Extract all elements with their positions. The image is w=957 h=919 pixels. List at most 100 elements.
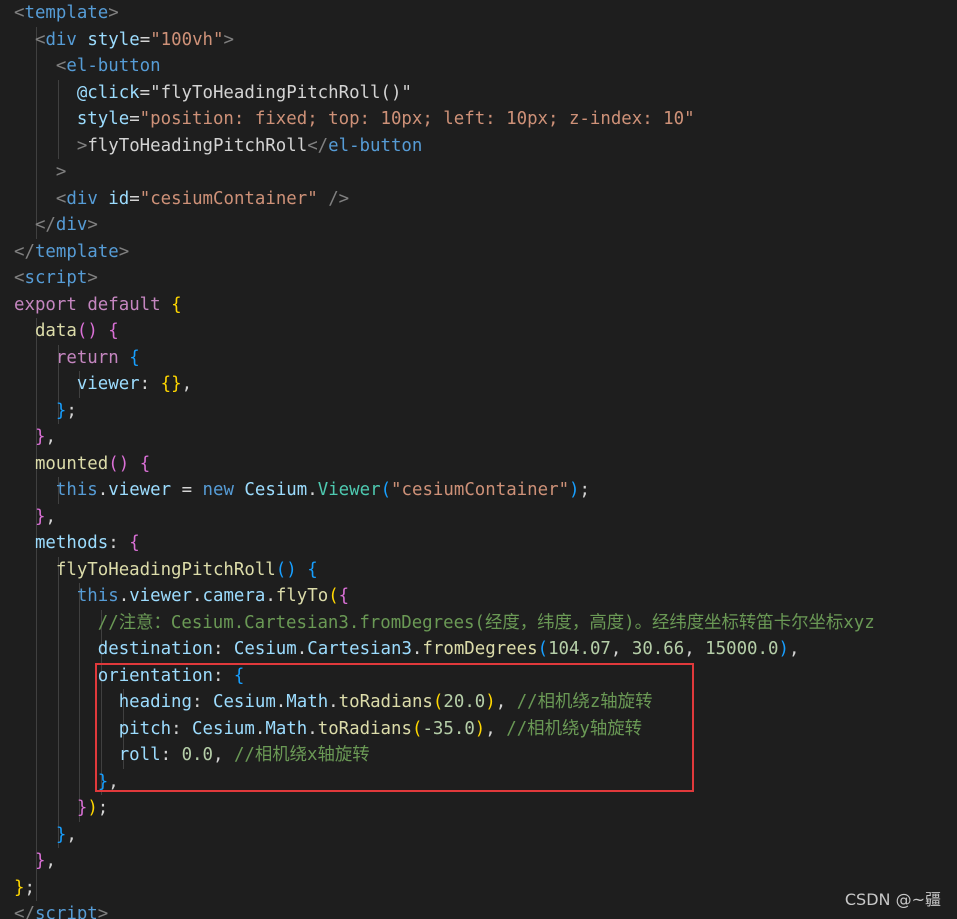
code-line[interactable]: methods: { — [14, 530, 140, 557]
code-token: this — [76, 586, 119, 606]
code-line[interactable]: <script> — [14, 265, 98, 292]
code-token: < — [55, 56, 67, 76]
code-token: "position: fixed; top: 10px; left: 10px;… — [139, 109, 695, 129]
code-line[interactable]: //注意：Cesium.Cartesian3.fromDegrees(经度，纬度… — [14, 610, 875, 637]
code-line[interactable]: </div> — [14, 212, 98, 239]
code-token: default — [87, 294, 161, 315]
code-token: id — [108, 188, 130, 209]
code-token: } — [34, 851, 46, 871]
code-line[interactable]: export default { — [14, 292, 182, 319]
code-token: </ — [14, 904, 35, 919]
code-line[interactable]: @click="flyToHeadingPitchRoll()" — [14, 80, 412, 107]
code-token: methods — [34, 533, 109, 553]
code-token: 30.66 — [631, 639, 685, 659]
code-token: div — [55, 215, 88, 235]
code-token: /> — [328, 188, 350, 209]
code-token: 15000.0 — [705, 639, 779, 659]
code-line[interactable]: }); — [14, 795, 108, 822]
code-token: "cesiumContainer" — [391, 480, 570, 500]
code-token: div — [66, 188, 98, 209]
code-token: : — [139, 374, 151, 394]
code-line[interactable]: style="position: fixed; top: 10px; left:… — [14, 106, 695, 133]
code-line[interactable]: > — [14, 159, 66, 186]
code-line[interactable]: return { — [14, 345, 140, 372]
code-line[interactable]: this.viewer.camera.flyTo({ — [14, 583, 349, 610]
code-token: { — [171, 294, 182, 315]
code-line[interactable]: data() { — [14, 318, 119, 345]
code-line[interactable]: }, — [14, 848, 56, 875]
code-token: viewer — [129, 586, 193, 606]
code-editor[interactable]: <template> <div style="100vh"> <el-butto… — [0, 0, 957, 919]
code-line[interactable]: destination: Cesium.Cartesian3.fromDegre… — [14, 636, 800, 663]
code-token: flyToHeadingPitchRoll — [87, 135, 308, 156]
code-token: . — [118, 586, 130, 606]
code-token: flyTo — [275, 586, 329, 606]
code-line[interactable]: }, — [14, 504, 56, 531]
code-line[interactable]: }; — [14, 398, 77, 425]
code-token: ( — [537, 639, 549, 659]
code-line[interactable]: <template> — [14, 0, 119, 27]
code-token: "flyToHeadingPitchRoll()" — [150, 82, 412, 103]
code-token: ; — [66, 400, 77, 421]
code-token: { — [139, 453, 151, 474]
code-token: > — [87, 215, 98, 235]
code-line[interactable]: this.viewer = new Cesium.Viewer("cesiumC… — [14, 477, 590, 504]
code-line[interactable]: mounted() { — [14, 451, 150, 478]
code-token: export — [14, 294, 77, 315]
code-token: } — [55, 824, 67, 845]
code-token: } — [76, 798, 88, 818]
code-token: : — [212, 639, 224, 659]
code-token: //注意：Cesium.Cartesian3.fromDegrees(经度，纬度… — [97, 612, 875, 633]
code-token: { — [129, 533, 140, 553]
code-line[interactable]: }; — [14, 875, 35, 902]
code-line[interactable]: </template> — [14, 239, 129, 266]
code-token: = — [171, 480, 203, 500]
code-line[interactable]: <el-button — [14, 53, 161, 80]
code-token: . — [97, 480, 109, 500]
code-token: > — [223, 29, 234, 50]
code-line[interactable]: }, — [14, 424, 56, 451]
code-token: > — [87, 268, 98, 288]
code-token: ; — [24, 877, 35, 898]
code-token: style — [87, 29, 140, 50]
code-token: , — [45, 506, 56, 527]
code-token: viewer — [76, 374, 140, 394]
code-line[interactable]: flyToHeadingPitchRoll() { — [14, 557, 318, 584]
code-line[interactable]: <div id="cesiumContainer" /> — [14, 186, 349, 213]
code-token: > — [108, 3, 119, 23]
code-line[interactable]: viewer: {}, — [14, 371, 192, 398]
code-token: template — [34, 241, 119, 262]
code-line[interactable]: <div style="100vh"> — [14, 27, 234, 54]
code-token: 104.07 — [548, 639, 611, 659]
code-token: style — [76, 109, 130, 129]
code-token: ; — [579, 480, 591, 500]
code-line[interactable]: }, — [14, 822, 77, 849]
code-token: ; — [97, 798, 109, 818]
code-token: . — [411, 639, 423, 659]
code-token: this — [55, 480, 98, 500]
code-token: return — [55, 347, 119, 368]
code-token: () — [108, 453, 130, 474]
code-token: : — [108, 533, 119, 553]
code-token: () — [275, 559, 297, 580]
code-line[interactable]: >flyToHeadingPitchRoll</el-button — [14, 133, 423, 160]
code-line[interactable]: </script> — [14, 901, 108, 919]
